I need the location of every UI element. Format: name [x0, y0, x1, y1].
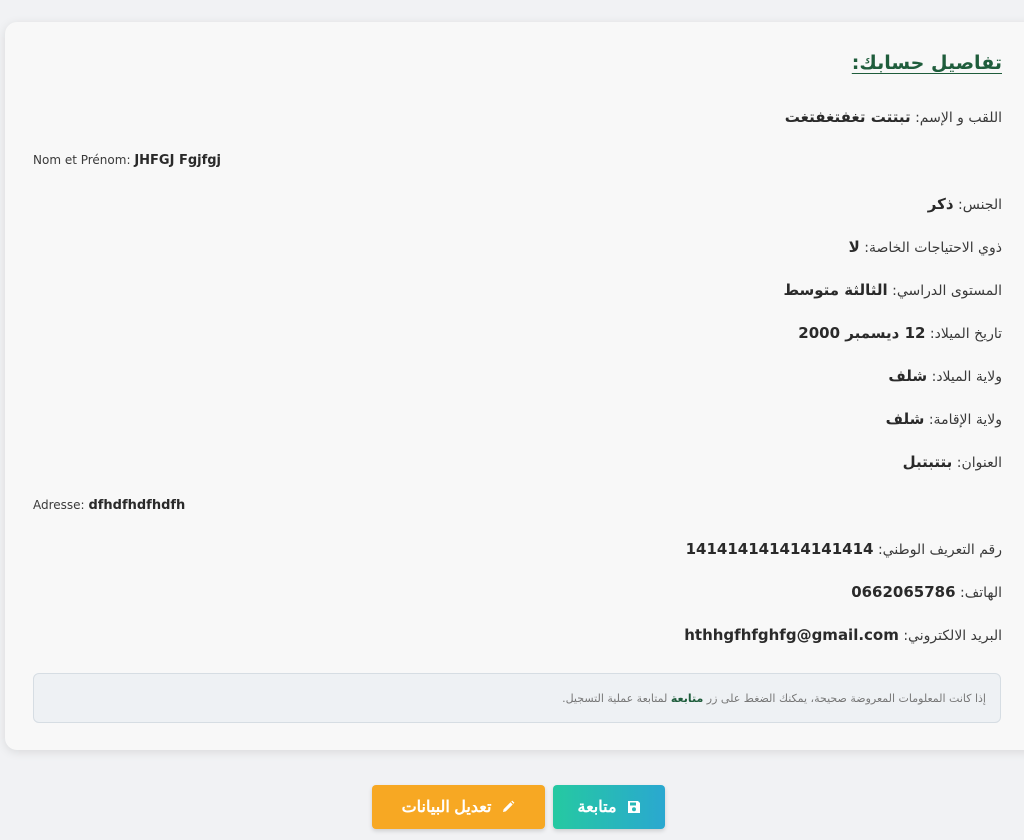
pencil-icon — [501, 800, 515, 814]
info-note-text-after: لمتابعة عملية التسجيل. — [562, 691, 668, 705]
email-row: البريد الالكتروني: hthhgfhfghfg@gmail.co… — [684, 626, 1002, 644]
special-needs-value: لا — [848, 238, 860, 256]
birth-date-value: 12 ديسمبر 2000 — [798, 324, 926, 342]
level-value: الثالثة متوسط — [783, 281, 888, 299]
fullname-ar-row: اللقب و الإسم: تبتتت تغفتغفتغت — [785, 108, 1002, 126]
address-ar-value: بتتبتبل — [902, 453, 953, 471]
birth-state-label: ولاية الميلاد: — [931, 369, 1002, 385]
level-row: المستوى الدراسي: الثالثة متوسط — [783, 281, 1002, 299]
birth-date-row: تاريخ الميلاد: 12 ديسمبر 2000 — [798, 324, 1002, 342]
continue-label: متابعة — [577, 799, 617, 816]
gender-label: الجنس: — [958, 197, 1002, 213]
level-label: المستوى الدراسي: — [892, 283, 1002, 299]
residence-state-value: شلف — [885, 410, 925, 428]
address-ar-row: العنوان: بتتبتبل — [903, 453, 1002, 471]
info-note-text-before: إذا كانت المعلومات المعروضة صحيحة، يمكنك… — [706, 691, 986, 705]
national-id-label: رقم التعريف الوطني: — [877, 542, 1002, 558]
fullname-ar-value: تبتتت تغفتغفتغت — [784, 108, 911, 126]
gender-value: ذكر — [927, 195, 954, 213]
edit-data-button[interactable]: تعديل البيانات — [372, 785, 545, 829]
fullname-fr-label: Nom et Prénom: — [33, 153, 131, 167]
national-id-value: 141414141414141414 — [685, 540, 874, 558]
address-fr-value: dfhdfhdfhdfh — [88, 498, 186, 513]
email-value: hthhgfhfghfg@gmail.com — [684, 626, 899, 644]
phone-row: الهاتف: 0662065786 — [851, 583, 1002, 601]
phone-label: الهاتف: — [960, 585, 1002, 601]
fullname-fr-row: Nom et Prénom: JHFGJ Fgjfgj — [33, 153, 221, 168]
birth-state-row: ولاية الميلاد: شلف — [888, 367, 1002, 385]
fullname-ar-label: اللقب و الإسم: — [915, 110, 1002, 126]
phone-value: 0662065786 — [851, 583, 956, 601]
email-label: البريد الالكتروني: — [903, 628, 1002, 644]
address-fr-label: Adresse: — [33, 498, 85, 512]
special-needs-label: ذوي الاحتياجات الخاصة: — [864, 240, 1002, 256]
residence-state-row: ولاية الإقامة: شلف — [886, 410, 1002, 428]
info-note: إذا كانت المعلومات المعروضة صحيحة، يمكنك… — [33, 673, 1001, 723]
national-id-row: رقم التعريف الوطني: 141414141414141414 — [686, 540, 1002, 558]
birth-state-value: شلف — [888, 367, 928, 385]
page-title: تفاصيل حسابك: — [851, 52, 1002, 74]
fullname-fr-value: JHFGJ Fgjfgj — [134, 153, 222, 168]
gender-row: الجنس: ذكر — [928, 195, 1002, 213]
address-ar-label: العنوان: — [956, 455, 1002, 471]
address-fr-row: Adresse: dfhdfhdfhdfh — [33, 498, 185, 513]
info-note-highlight: متابعة — [670, 691, 704, 705]
edit-data-label: تعديل البيانات — [401, 799, 492, 816]
birth-date-label: تاريخ الميلاد: — [929, 326, 1002, 342]
save-icon — [627, 800, 641, 814]
residence-state-label: ولاية الإقامة: — [928, 412, 1002, 428]
special-needs-row: ذوي الاحتياجات الخاصة: لا — [849, 238, 1002, 256]
continue-button[interactable]: متابعة — [553, 785, 665, 829]
